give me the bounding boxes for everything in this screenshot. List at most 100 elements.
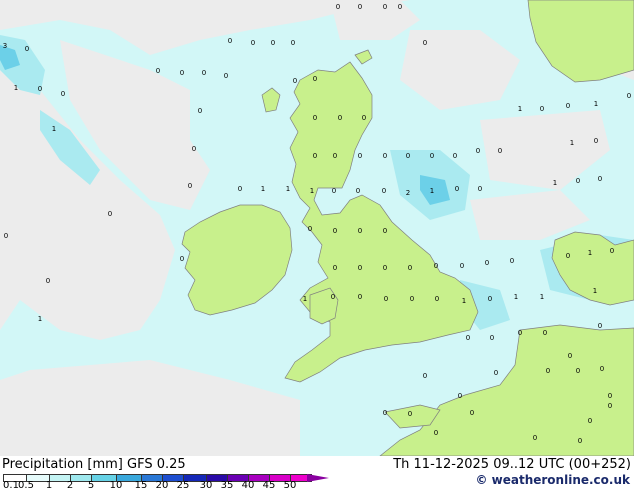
precip-value-label: 0 xyxy=(180,69,184,77)
precip-value-label: 0 xyxy=(358,264,362,272)
precip-value-label: 1 xyxy=(588,249,592,257)
precip-value-label: 0 xyxy=(510,257,514,265)
precip-value-label: 0 xyxy=(251,39,255,47)
precip-value-label: 0 xyxy=(333,227,337,235)
precip-value-label: 1 xyxy=(540,293,544,301)
precip-value-label: 0 xyxy=(383,409,387,417)
precip-value-label: 0 xyxy=(466,334,470,342)
precip-value-label: 1 xyxy=(310,187,314,195)
precip-value-label: 0 xyxy=(408,410,412,418)
color-scale-label: 15 xyxy=(134,480,148,491)
precip-value-label: 0 xyxy=(598,322,602,330)
precip-value-label: 0 xyxy=(38,85,42,93)
precip-value-label: 0 xyxy=(383,264,387,272)
precip-value-label: 0 xyxy=(600,365,604,373)
color-scale-label: 0.1 xyxy=(3,480,19,491)
color-scale-labels: 0.1 0.5 1 2 5 10 15 20 25 30 35 40 45 50 xyxy=(0,480,340,491)
precip-value-label: 1 xyxy=(14,84,18,92)
precip-value-label: 0 xyxy=(358,152,362,160)
precip-value-label: 0 xyxy=(383,152,387,160)
precip-value-label: 0 xyxy=(576,177,580,185)
precip-value-label: 1 xyxy=(303,295,307,303)
precip-value-label: 0 xyxy=(313,75,317,83)
precip-value-label: 0 xyxy=(518,329,522,337)
precip-value-label: 0 xyxy=(313,152,317,160)
color-scale-label: 10 xyxy=(109,480,123,491)
precip-value-label: 0 xyxy=(356,187,360,195)
color-scale-label: 0.5 xyxy=(18,480,34,491)
precip-value-label: 0 xyxy=(434,429,438,437)
precip-value-label: 0 xyxy=(331,293,335,301)
color-scale-label: 25 xyxy=(176,480,190,491)
precip-value-label: 1 xyxy=(430,187,434,195)
precip-value-label: 0 xyxy=(434,262,438,270)
precip-value-label: 1 xyxy=(593,287,597,295)
precip-value-label: 0 xyxy=(313,114,317,122)
precip-value-label: 0 xyxy=(543,329,547,337)
precip-value-label: 0 xyxy=(332,187,336,195)
precip-value-label: 0 xyxy=(610,247,614,255)
precip-value-label: 0 xyxy=(566,102,570,110)
precip-value-label: 0 xyxy=(384,295,388,303)
precip-value-label: 0 xyxy=(494,369,498,377)
precip-value-label: 0 xyxy=(338,114,342,122)
precip-value-label: 0 xyxy=(458,392,462,400)
precip-value-label: 1 xyxy=(52,125,56,133)
precip-value-label: 0 xyxy=(25,45,29,53)
precip-value-label: 1 xyxy=(594,100,598,108)
precip-value-label: 0 xyxy=(608,402,612,410)
precip-value-label: 1 xyxy=(514,293,518,301)
precip-value-label: 0 xyxy=(478,185,482,193)
precip-value-label: 0 xyxy=(383,227,387,235)
precip-value-label: 1 xyxy=(462,297,466,305)
precip-value-label: 0 xyxy=(383,3,387,11)
precip-value-label: 0 xyxy=(423,372,427,380)
legend-title: Precipitation [mm] GFS 0.25 xyxy=(2,457,186,472)
precip-value-label: 0 xyxy=(578,437,582,445)
precip-value-label: 1 xyxy=(261,185,265,193)
forecast-datetime: Th 11-12-2025 09..12 UTC (00+252) xyxy=(393,457,631,472)
precip-value-label: 0 xyxy=(453,152,457,160)
precip-value-label: 0 xyxy=(358,293,362,301)
precip-value-label: 0 xyxy=(271,39,275,47)
color-scale-label: 1 xyxy=(45,480,53,491)
precip-value-label: 0 xyxy=(423,39,427,47)
color-scale-label: 30 xyxy=(199,480,213,491)
precip-value-label: 1 xyxy=(38,315,42,323)
precip-value-label: 0 xyxy=(488,295,492,303)
precip-value-label: 0 xyxy=(333,264,337,272)
precip-value-label: 0 xyxy=(180,255,184,263)
map-canvas: 0 0 0 0 3 0 0 0 0 0 0 0 0 0 0 0 0 1 0 0 0 0 0 1 0 0 1 0 0 1 0 0 0 0 0 0 0 0 0 0… xyxy=(0,0,634,456)
color-scale-label: 35 xyxy=(220,480,234,491)
legend-panel: Precipitation [mm] GFS 0.25 Th 11-12-202… xyxy=(0,456,634,491)
precip-value-label: 0 xyxy=(455,185,459,193)
precip-value-label: 0 xyxy=(4,232,8,240)
precip-value-label: 0 xyxy=(308,225,312,233)
precip-value-label: 0 xyxy=(540,105,544,113)
precip-value-label: 0 xyxy=(362,114,366,122)
precip-value-label: 3 xyxy=(3,42,7,50)
precip-value-label: 1 xyxy=(518,105,522,113)
precip-value-label: 1 xyxy=(570,139,574,147)
precip-value-label: 0 xyxy=(430,152,434,160)
precip-value-label: 0 xyxy=(336,3,340,11)
precip-value-label: 0 xyxy=(498,147,502,155)
precip-value-label: 0 xyxy=(238,185,242,193)
copyright-link[interactable]: © weatheronline.co.uk xyxy=(475,473,630,487)
precip-value-label: 1 xyxy=(553,179,557,187)
precip-value-label: 0 xyxy=(61,90,65,98)
precip-value-label: 0 xyxy=(358,3,362,11)
precip-value-label: 0 xyxy=(46,277,50,285)
precip-value-label: 0 xyxy=(594,137,598,145)
precip-value-label: 0 xyxy=(588,417,592,425)
precip-value-label: 0 xyxy=(470,409,474,417)
color-scale-label: 50 xyxy=(283,480,297,491)
precip-value-label: 0 xyxy=(485,259,489,267)
precip-value-label: 0 xyxy=(408,264,412,272)
precip-value-label: 0 xyxy=(598,175,602,183)
precip-value-label: 0 xyxy=(228,37,232,45)
precip-value-label: 0 xyxy=(546,367,550,375)
precip-value-label: 0 xyxy=(460,262,464,270)
precip-value-label: 0 xyxy=(490,334,494,342)
precip-value-label: 0 xyxy=(533,434,537,442)
